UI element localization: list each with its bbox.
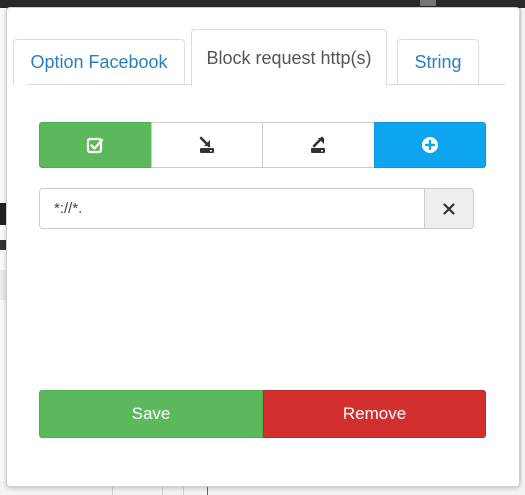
tab-bar: Option Facebook Block request http(s) St… [13,29,513,86]
export-button[interactable] [262,122,375,168]
url-pattern-input[interactable] [39,188,425,229]
import-icon [197,135,217,155]
background-badge [420,0,436,6]
save-button[interactable]: Save [39,390,263,438]
clear-url-button[interactable] [424,188,474,229]
url-pattern-row [39,188,474,229]
tab-block-request[interactable]: Block request http(s) [191,29,387,86]
tab-option-facebook[interactable]: Option Facebook [13,39,185,85]
action-buttons: Save Remove [39,390,486,438]
check-all-button[interactable] [39,122,152,168]
block-request-panel: Save Remove [15,86,510,478]
toolbar-button-group [39,122,486,168]
plus-circle-icon [421,136,439,154]
close-icon [443,202,455,215]
tab-string[interactable]: String [397,39,479,85]
import-button[interactable] [150,122,263,168]
background-right-edge [520,8,525,495]
extension-popup: Option Facebook Block request http(s) St… [6,7,520,487]
export-icon [308,135,328,155]
add-rule-button[interactable] [373,122,486,168]
remove-button[interactable]: Remove [263,390,486,438]
check-square-icon [86,136,104,154]
